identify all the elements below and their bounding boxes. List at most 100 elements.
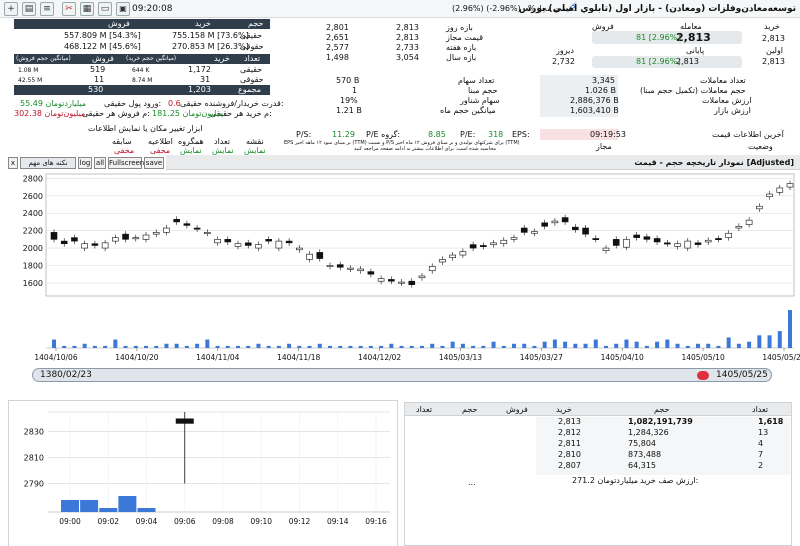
save-button[interactable]: save [144, 157, 164, 169]
price-candle [275, 240, 283, 249]
price-candle [377, 278, 385, 282]
volume-bar [542, 341, 547, 348]
fullscreen-button[interactable]: Fullscreen [108, 157, 144, 169]
volume-bar [399, 345, 404, 348]
sell-label: فروش [592, 22, 614, 31]
volume-bar [52, 339, 56, 348]
volume-bar [246, 345, 251, 348]
price-candle [388, 279, 395, 282]
range-week-a: 2,733 [396, 43, 419, 52]
volume-bar [317, 343, 322, 348]
ob-row-volume: 873,488 [628, 450, 662, 459]
chart-title: نمودار تاریخچه حجم - قیمت [Adjusted] [634, 158, 794, 167]
buy-sell-header [14, 19, 270, 29]
volume-bar [297, 345, 302, 348]
volume-bar [236, 345, 240, 348]
count-natural-buy-avg: 644 K [132, 67, 150, 74]
y-tick-label: 1600 [23, 279, 43, 288]
document-icon[interactable]: ▤ [22, 2, 36, 16]
price-candle [367, 271, 375, 275]
window-icon[interactable]: ▭ [98, 2, 112, 16]
avg-value: 1.21 B [336, 106, 362, 115]
volume-bar [144, 345, 148, 348]
row-legal-buy: 270.853 M [26.3%] [172, 42, 249, 51]
scissors-icon[interactable]: ✂ [62, 2, 76, 16]
all-button[interactable]: all [94, 157, 106, 169]
volume-bar [471, 345, 476, 348]
list-icon[interactable]: ≡ [40, 2, 54, 16]
volume-bar [358, 345, 363, 348]
range-handle[interactable] [697, 371, 709, 380]
volume-bar [634, 341, 639, 348]
volume-bar [256, 343, 261, 348]
price-history-chart[interactable]: 2800 2600 2400 2200 2000 1800 1600 1404/10/06 14… [8, 170, 800, 400]
range-slider-track[interactable] [32, 368, 772, 382]
price-candle [326, 265, 334, 268]
ob-row-count: 13 [758, 428, 769, 437]
log-button[interactable]: log [78, 157, 92, 169]
ob-h-buy: خرید [556, 405, 572, 414]
price-candle [408, 280, 416, 285]
money-in-label: ورود پول حقیقی: [104, 99, 162, 108]
pe-label: P/E: [460, 130, 476, 139]
price-candle [592, 238, 600, 240]
volume-bar [225, 345, 230, 348]
y-tick-label: 2200 [23, 227, 43, 236]
save-icon[interactable]: ▣ [116, 2, 130, 16]
yesterday-label: دیروز [556, 46, 574, 55]
y-tick-label: 2800 [23, 174, 43, 183]
price-candle [152, 232, 160, 235]
tool-history-toggle[interactable]: مخفی [114, 146, 134, 156]
tools-title: ابزار تغییر مکان یا نمایش اطلاعات [88, 124, 203, 133]
x-tick-label: 1404/10/06 [34, 353, 77, 362]
range-day-label: بازه روز [446, 23, 473, 32]
grid-icon[interactable]: ▦ [80, 2, 94, 16]
price-candle [745, 219, 753, 225]
volume-bar [736, 343, 741, 348]
col-count: تعداد [244, 54, 261, 63]
notes-button[interactable]: نکته های مهم [20, 157, 76, 169]
ob-row-count: 2 [758, 461, 764, 470]
col-vol: حجم [248, 19, 264, 28]
volume-bar [685, 345, 690, 348]
virtual-value: (2.96%) (-2.96%) [452, 4, 521, 13]
price-candle [572, 226, 579, 231]
range-allowed-a: 2,813 [396, 33, 419, 42]
ob-row-volume: 75,804 [628, 439, 656, 448]
x-tick-label: 1404/10/20 [115, 353, 158, 362]
orderbook-more[interactable]: ... [468, 478, 476, 488]
col-avg-sell: (میانگین حجم فروش) [16, 55, 71, 62]
price-candle [735, 225, 743, 229]
x-tick-label: 1404/11/18 [277, 353, 320, 362]
zoom-in-icon[interactable]: + [4, 2, 18, 16]
volume-bar [307, 345, 312, 348]
price-candle [183, 223, 191, 226]
price-candle [142, 234, 150, 240]
price-candle [776, 187, 784, 193]
price-candle [664, 242, 671, 245]
price-candle [255, 244, 262, 249]
volume-bar [276, 345, 281, 348]
x-tick-label: 1405/03/27 [520, 353, 563, 362]
price-candle [786, 183, 794, 188]
volume-bar [389, 343, 394, 348]
volume-bar [583, 343, 588, 348]
range-week-b: 2,577 [326, 43, 349, 52]
price-candle [418, 275, 426, 279]
price-candle [81, 243, 88, 249]
close-button[interactable]: x [8, 157, 18, 169]
volume-bar [379, 345, 384, 348]
ob-h-sell: فروش [506, 405, 528, 414]
stat-cap-value: 1,603,410 B [570, 106, 619, 115]
price-candle [173, 219, 180, 223]
volume-bar [430, 343, 435, 348]
price-candle [214, 239, 221, 244]
volume-bar [665, 339, 670, 348]
stat-value-value: 2,886,376 B [570, 96, 619, 105]
x-tick-label: 1404/12/02 [358, 353, 401, 362]
intraday-chart[interactable]: 2830 2810 2790 09:00 09:02 09:04 09:06 09:08 09:… [10, 402, 396, 546]
row-natural-buy: 755.158 M [73.6%] [172, 31, 249, 40]
x-tick-label: 09:12 [289, 517, 311, 526]
volume-bar [174, 343, 179, 348]
price-candle [725, 232, 732, 238]
